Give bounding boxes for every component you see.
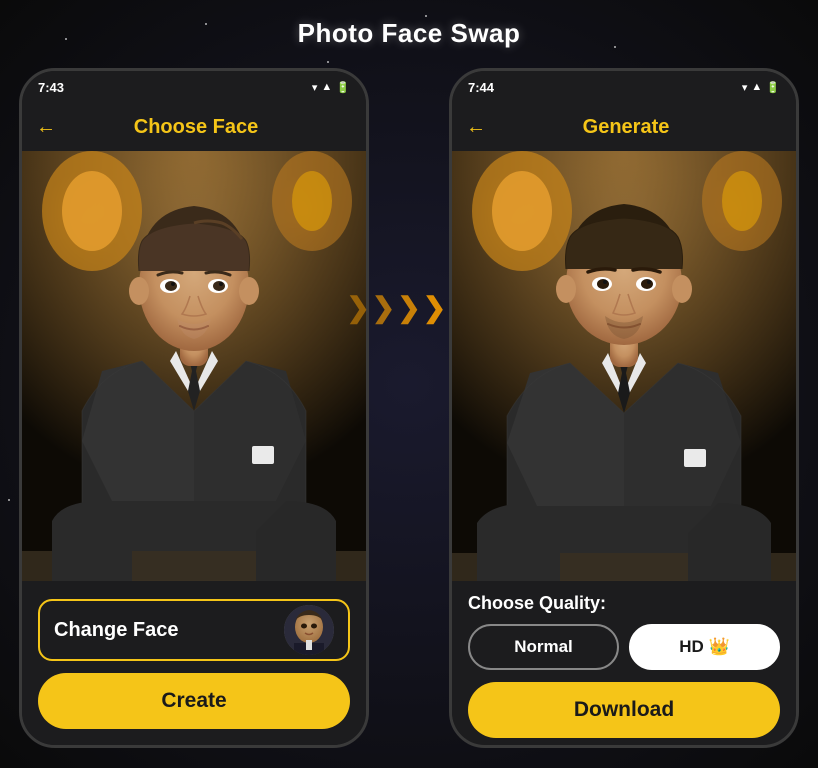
chevron-4: ❯ [423,294,446,322]
left-photo-area [22,151,366,581]
right-status-icons: ▾ ▲ 🔋 [742,81,780,94]
chevron-2: ❯ [372,294,395,322]
phones-container: 7:43 ▾ ▲ 🔋 ← Choose Face [14,68,804,748]
right-header: ← Generate [452,103,796,151]
left-phone-bottom: Change Face [22,585,366,745]
right-photo-area [452,151,796,581]
quality-section: Choose Quality: Normal HD 👑 Download [452,581,796,738]
download-button-label: Download [574,698,674,722]
right-back-button[interactable]: ← [466,116,486,139]
change-face-button[interactable]: Change Face [38,599,350,661]
right-status-bar: 7:44 ▾ ▲ 🔋 [452,71,796,103]
left-status-bar: 7:43 ▾ ▲ 🔋 [22,71,366,103]
chevron-1: ❯ [346,294,369,322]
quality-normal-label: Normal [514,637,573,657]
r-wifi-icon: ▲ [751,81,762,93]
battery-icon: 🔋 [336,81,350,94]
create-button-label: Create [161,689,226,713]
r-battery-icon: 🔋 [766,81,780,94]
chevron-3: ❯ [397,294,420,322]
face-thumbnail [284,605,334,655]
right-photo-person [452,151,796,581]
left-back-button[interactable]: ← [36,116,56,139]
arrows-between: ❯ ❯ ❯ ❯ ❯ [369,294,449,522]
quality-hd-label: HD 👑 [679,637,729,657]
left-status-time: 7:43 [38,80,64,95]
right-status-time: 7:44 [468,80,494,95]
left-status-icons: ▾ ▲ 🔋 [312,81,350,94]
quality-normal-button[interactable]: Normal [468,624,619,670]
left-phone: 7:43 ▾ ▲ 🔋 ← Choose Face [19,68,369,748]
page-title: Photo Face Swap [298,18,521,49]
signal-icon: ▾ [312,81,318,94]
right-phone: 7:44 ▾ ▲ 🔋 ← Generate [449,68,799,748]
left-header-title: Choose Face [68,116,324,139]
left-header: ← Choose Face [22,103,366,151]
quality-buttons: Normal HD 👑 [468,624,780,670]
left-photo-person [22,151,366,581]
create-button[interactable]: Create [38,673,350,729]
thumbnail-face-svg [284,605,334,655]
wifi-icon: ▲ [321,81,332,93]
change-face-label: Change Face [54,619,284,642]
quality-title: Choose Quality: [468,593,780,614]
download-button[interactable]: Download [468,682,780,738]
quality-hd-button[interactable]: HD 👑 [629,624,780,670]
r-signal-icon: ▾ [742,81,748,94]
right-header-title: Generate [498,116,754,139]
